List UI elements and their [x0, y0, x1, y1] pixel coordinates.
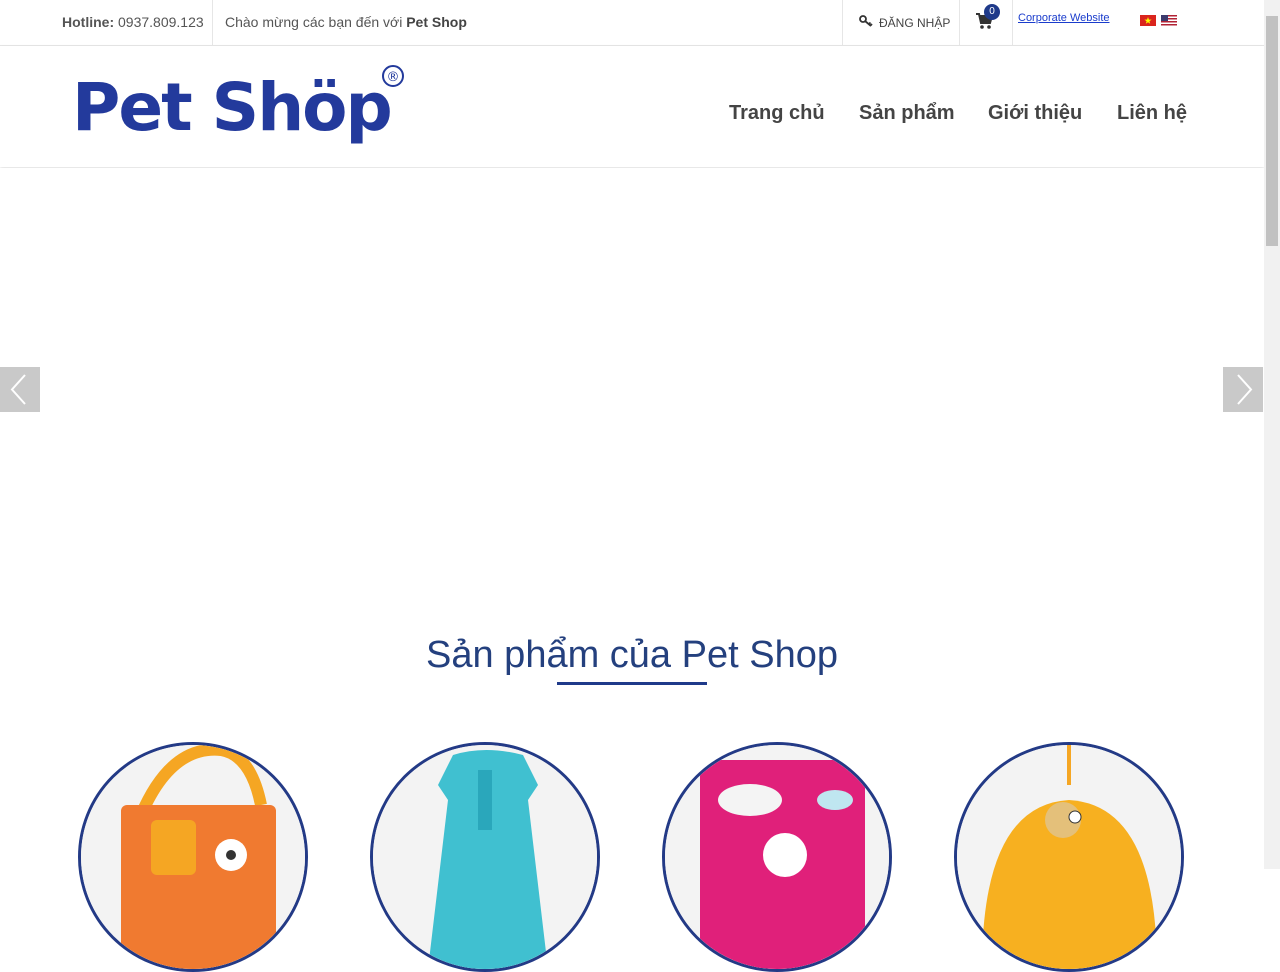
login-label: ĐĂNG NHẬP: [879, 15, 951, 30]
logo-registered: ®: [387, 70, 400, 85]
hero-slider: [0, 168, 1264, 598]
top-bar: Hotline: 0937.809.123 Chào mừng các bạn …: [0, 0, 1264, 46]
welcome-text: Chào mừng các bạn đến với: [225, 14, 407, 30]
products-section-title: Sản phẩm của Pet Shop: [426, 634, 838, 676]
divider: [212, 0, 213, 45]
nav-contact[interactable]: Liên hệ: [1117, 102, 1187, 125]
scrollbar-thumb[interactable]: [1266, 16, 1278, 246]
hotline-label: Hotline:: [62, 14, 115, 30]
divider: [959, 0, 960, 45]
welcome-message: Chào mừng các bạn đến với Pet Shop: [225, 14, 467, 30]
product-pink-pillow[interactable]: [662, 742, 892, 972]
product-blue-dress[interactable]: [370, 742, 600, 972]
cart-count-badge: 0: [984, 4, 1000, 20]
hotline: Hotline: 0937.809.123: [62, 14, 204, 30]
product-orange-bag[interactable]: [78, 742, 308, 972]
welcome-brand: Pet Shop: [406, 14, 467, 30]
logo-text: Pet Shöp: [72, 69, 391, 146]
chevron-right-icon: [1237, 374, 1253, 405]
chevron-left-icon: [10, 374, 26, 405]
product-orange-hanger[interactable]: [954, 742, 1184, 972]
title-underline: [557, 682, 707, 685]
slider-next-button[interactable]: [1223, 367, 1263, 412]
slider-prev-button[interactable]: [0, 367, 40, 412]
nav-about[interactable]: Giới thiệu: [988, 102, 1082, 125]
key-icon: [859, 14, 873, 31]
us-flag-icon[interactable]: [1161, 13, 1177, 26]
nav-home[interactable]: Trang chủ: [729, 102, 825, 125]
corporate-website-link[interactable]: Corporate Website: [1018, 12, 1110, 24]
main-header: Pet Shöp ® Trang chủ Sản phẩm Giới thiệu…: [0, 46, 1264, 167]
nav-products[interactable]: Sản phẩm: [859, 102, 955, 125]
pet-shop-logo[interactable]: Pet Shöp ®: [70, 62, 410, 152]
divider: [842, 0, 843, 45]
login-button[interactable]: ĐĂNG NHẬP: [859, 14, 950, 31]
divider: [1012, 0, 1013, 45]
vn-flag-icon[interactable]: [1140, 13, 1156, 26]
hotline-number[interactable]: 0937.809.123: [118, 14, 204, 30]
